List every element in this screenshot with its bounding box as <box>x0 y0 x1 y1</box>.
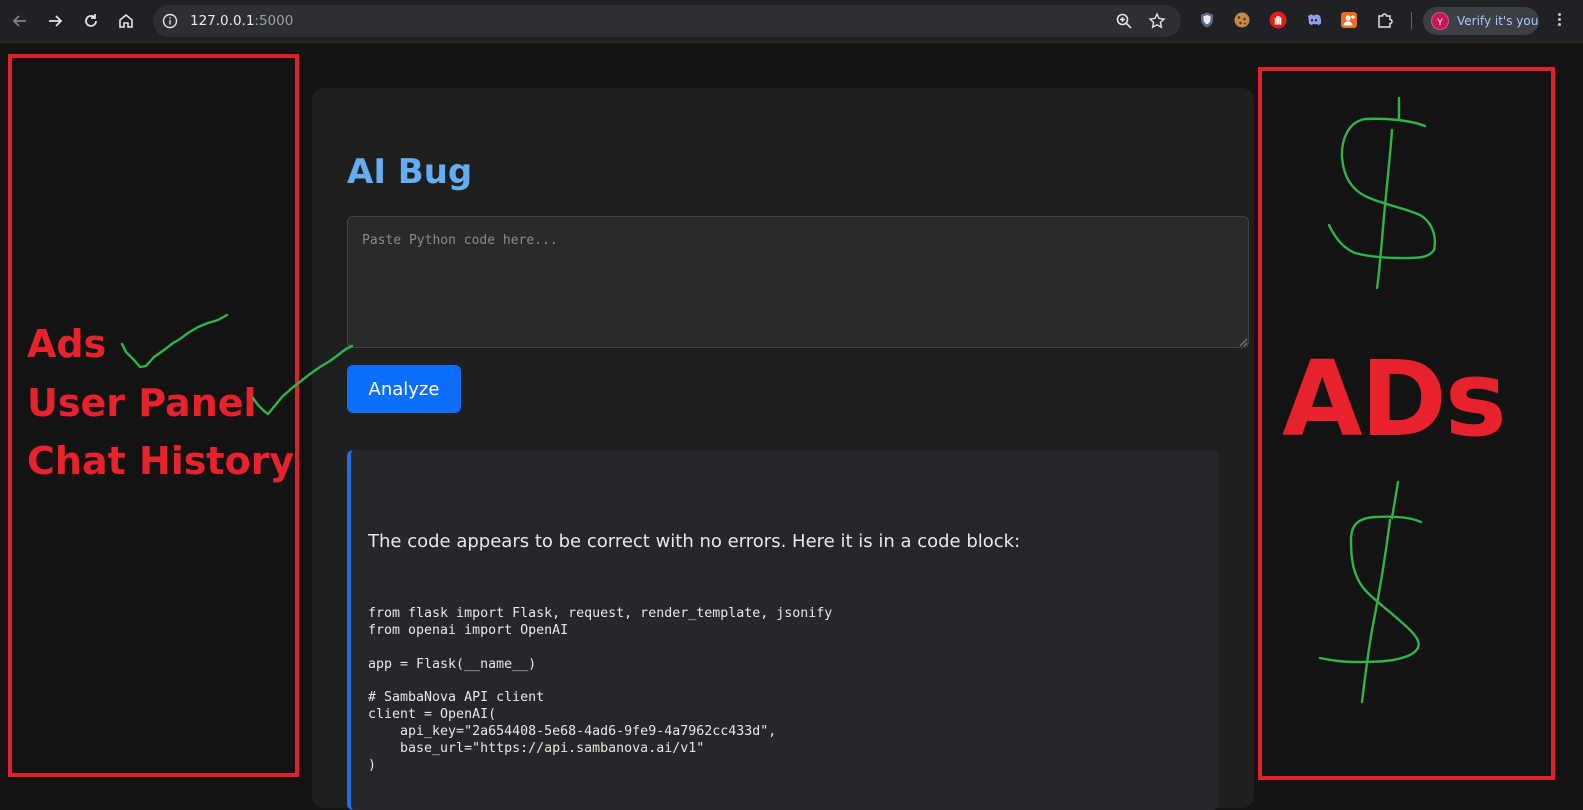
profile-button[interactable]: Y Verify it's you <box>1423 7 1539 35</box>
reload-icon[interactable] <box>79 9 103 33</box>
annotation-ads: Ads <box>27 322 107 366</box>
annotation-chat-history: Chat History <box>27 439 295 483</box>
result-code-block: from flask import Flask, request, render… <box>368 606 832 774</box>
code-line: app = Flask(__name__) <box>368 656 537 672</box>
profile-label: Verify it's you <box>1457 14 1539 28</box>
url-port: :5000 <box>254 13 294 29</box>
url-text: 127.0.0.1:5000 <box>190 13 293 29</box>
annotation-user-panel: User Panel <box>27 381 257 425</box>
profile-avatar: Y <box>1431 12 1449 30</box>
bookmark-star-icon[interactable] <box>1148 12 1166 30</box>
code-line: from flask import Flask, request, render… <box>368 606 833 621</box>
toolbar-separator <box>1411 12 1412 30</box>
shield-extension-icon[interactable] <box>1198 11 1216 29</box>
annotation-ads-big: ADs <box>1282 338 1507 460</box>
code-input[interactable] <box>347 216 1249 348</box>
result-message: The code appears to be correct with no e… <box>368 531 1021 552</box>
code-line: base_url="https://api.sambanova.ai/v1" <box>368 740 705 756</box>
zoom-icon[interactable] <box>1115 12 1133 30</box>
code-line: ) <box>368 757 377 773</box>
code-line: from openai import OpenAI <box>368 622 569 638</box>
code-line: # SambaNova API client <box>368 690 545 706</box>
page-title: AI Bug <box>347 152 473 192</box>
resize-grip-icon[interactable] <box>1238 337 1248 347</box>
analyze-button[interactable]: Analyze <box>347 365 461 413</box>
code-line: api_key="2a654408-5e68-4ad6-9fe9-4a7962c… <box>368 723 777 739</box>
site-info-icon[interactable] <box>162 13 178 29</box>
address-bar[interactable]: 127.0.0.1:5000 <box>153 5 1181 37</box>
cookie-extension-icon[interactable] <box>1233 11 1251 29</box>
url-host: 127.0.0.1 <box>190 13 255 29</box>
discord-extension-icon[interactable] <box>1305 11 1323 29</box>
back-arrow-icon[interactable] <box>8 9 32 33</box>
more-menu-icon[interactable] <box>1556 11 1562 31</box>
puzzle-extensions-icon[interactable] <box>1376 11 1394 29</box>
stop-hand-extension-icon[interactable] <box>1269 11 1287 29</box>
person-extension-icon[interactable] <box>1340 11 1358 29</box>
browser-toolbar: 127.0.0.1:5000 Y Verify it's you <box>0 0 1583 43</box>
forward-arrow-icon[interactable] <box>43 9 67 33</box>
home-icon[interactable] <box>114 9 138 33</box>
code-line: client = OpenAI( <box>368 707 497 723</box>
